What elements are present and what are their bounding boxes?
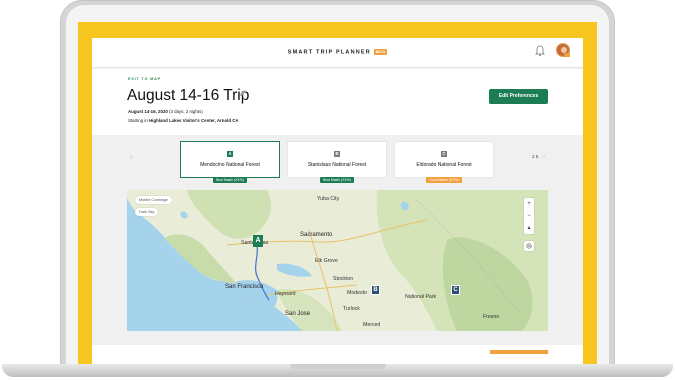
city-label: Hayward bbox=[275, 291, 296, 297]
city-label: Yuba City bbox=[317, 196, 340, 202]
marker-b[interactable]: B bbox=[371, 285, 380, 295]
footer-accent bbox=[490, 350, 548, 354]
zoom-control: + − ▴ bbox=[524, 198, 534, 234]
bell-icon[interactable] bbox=[535, 45, 545, 57]
city-label: Fresno bbox=[483, 314, 500, 320]
destination-name: Eldorado National Forest bbox=[416, 162, 472, 168]
destination-carousel: ‹ A Mendocino National Forest Best Match… bbox=[92, 135, 583, 187]
brand-text: SMART TRIP PLANNER bbox=[287, 49, 371, 56]
match-badge: Best Match (XX%) bbox=[320, 177, 354, 183]
compass-icon[interactable]: ▴ bbox=[524, 222, 534, 234]
trip-dates-duration: (3 days, 2 nights) bbox=[167, 109, 203, 114]
marker-a[interactable]: A bbox=[253, 235, 263, 247]
pager-text: 2 5 bbox=[532, 154, 539, 159]
destination-card-c[interactable]: C Eldorado National Forest Good Match (X… bbox=[394, 141, 494, 183]
match-badge: Good Match (XX%) bbox=[426, 177, 462, 183]
chevron-left-icon[interactable]: ‹ bbox=[130, 154, 132, 161]
avatar-badge bbox=[564, 53, 570, 57]
trip-start: Starting in Highland Lakes Visitor's Cen… bbox=[128, 118, 239, 123]
carousel-pager[interactable]: 2 5 › bbox=[532, 154, 545, 159]
city-label: San Jose bbox=[285, 311, 311, 317]
destination-name: Mendocino National Forest bbox=[200, 162, 260, 168]
destination-letter: A bbox=[227, 151, 233, 157]
laptop-screen: SMART TRIP PLANNER BETA EXIT TO MAP Augus… bbox=[78, 22, 597, 367]
zoom-in-button[interactable]: + bbox=[524, 198, 534, 210]
destination-card-b[interactable]: B Stanislaus National Forest Best Match … bbox=[287, 141, 387, 183]
city-label: Modesto bbox=[347, 290, 367, 296]
city-label: Elk Grove bbox=[315, 258, 338, 264]
destination-card-a[interactable]: A Mendocino National Forest Best Match (… bbox=[180, 141, 280, 183]
marker-c[interactable]: C bbox=[451, 285, 460, 295]
city-label: San Francisco bbox=[225, 284, 264, 290]
destination-name: Stanislaus National Forest bbox=[307, 162, 367, 168]
exit-to-map-link[interactable]: EXIT TO MAP bbox=[128, 77, 161, 81]
app-header: SMART TRIP PLANNER BETA bbox=[92, 38, 583, 68]
destination-letter: B bbox=[334, 151, 340, 157]
city-label: National Park bbox=[405, 294, 437, 300]
trip-map[interactable]: Mobile Coverage Dark Sky + − ▴ Yuba City… bbox=[127, 190, 548, 331]
trip-summary: EXIT TO MAP August 14-16 Trip August 14-… bbox=[92, 69, 583, 135]
trip-dates-main: August 14-16, 2020 bbox=[128, 109, 168, 114]
trip-start-prefix: Starting in bbox=[128, 118, 149, 123]
city-label: Sacramento bbox=[300, 232, 333, 238]
trip-title: August 14-16 Trip bbox=[127, 87, 250, 104]
laptop-notch bbox=[290, 364, 386, 369]
locate-icon[interactable] bbox=[524, 241, 534, 251]
trip-dates: August 14-16, 2020 (3 days, 2 nights) bbox=[128, 109, 203, 114]
dark-sky-toggle[interactable]: Dark Sky bbox=[135, 208, 159, 216]
pencil-icon[interactable] bbox=[239, 89, 247, 97]
zoom-out-button[interactable]: − bbox=[524, 210, 534, 222]
mobile-coverage-toggle[interactable]: Mobile Coverage bbox=[135, 196, 172, 204]
chevron-right-icon[interactable]: › bbox=[543, 154, 545, 159]
app-window: SMART TRIP PLANNER BETA EXIT TO MAP Augus… bbox=[92, 38, 583, 367]
edit-preferences-button[interactable]: Edit Preferences bbox=[489, 89, 548, 104]
city-label: Merced bbox=[363, 322, 381, 328]
laptop-mockup: SMART TRIP PLANNER BETA EXIT TO MAP Augus… bbox=[0, 0, 675, 380]
beta-badge: BETA bbox=[373, 49, 388, 55]
match-badge: Best Match (XX%) bbox=[213, 177, 247, 183]
trip-start-location: Highland Lakes Visitor's Center, Arnold … bbox=[149, 118, 239, 123]
city-label: Stockton bbox=[333, 276, 354, 282]
brand-title: SMART TRIP PLANNER BETA bbox=[92, 49, 583, 55]
destination-letter: C bbox=[441, 151, 447, 157]
city-label: Turlock bbox=[343, 306, 360, 312]
